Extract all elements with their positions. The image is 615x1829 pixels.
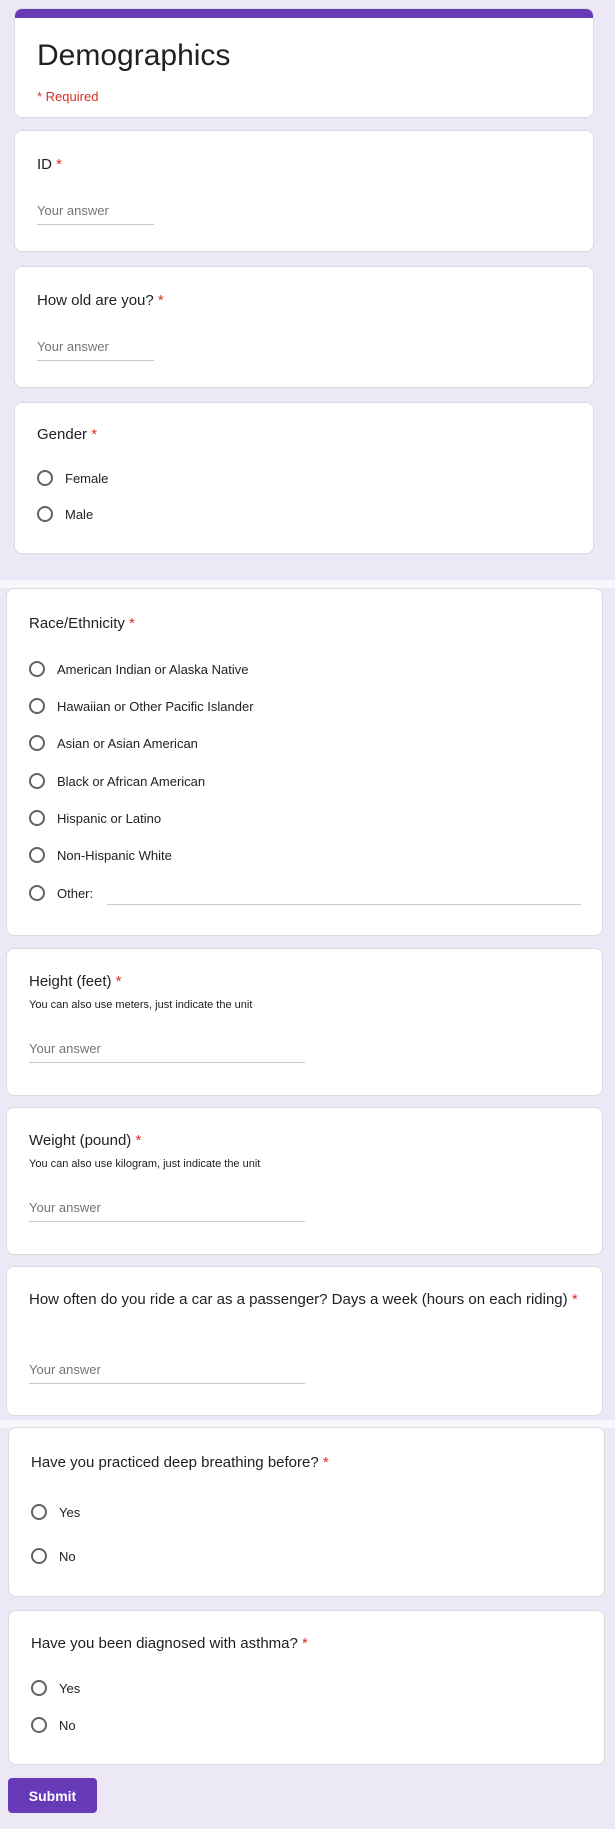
radio-circle-icon [31, 1717, 47, 1733]
other-text-input[interactable] [107, 904, 581, 905]
radio-label: Non-Hispanic White [57, 847, 172, 863]
radio-label: Hawaiian or Other Pacific Islander [57, 698, 254, 714]
radio-option-yes[interactable]: Yes [31, 1500, 80, 1524]
form-title: Demographics [37, 39, 231, 72]
required-star: * [91, 426, 98, 443]
question-title: How often do you ride a car as a passeng… [29, 1290, 589, 1310]
radio-label: Other: [57, 885, 94, 901]
question-card-weight: Weight (pound) * You can also use kilogr… [6, 1107, 603, 1255]
question-card-gender: Gender * Female Male [14, 402, 594, 554]
radio-circle-icon [29, 885, 45, 901]
question-card-age: How old are you? * Your answer [14, 266, 594, 388]
age-answer-input[interactable]: Your answer [37, 336, 154, 361]
radio-circle-icon [29, 773, 45, 789]
radio-circle-icon [31, 1680, 47, 1696]
question-card-race: Race/Ethnicity * American Indian or Alas… [6, 588, 603, 936]
question-title-text: How old are you? [37, 292, 154, 309]
radio-circle-icon [31, 1548, 47, 1564]
car-riding-answer-input[interactable]: Your answer [29, 1359, 305, 1384]
question-card-deep-breathing: Have you practiced deep breathing before… [8, 1427, 605, 1597]
radio-option-pacific-islander[interactable]: Hawaiian or Other Pacific Islander [29, 694, 254, 718]
radio-option-male[interactable]: Male [37, 502, 93, 526]
required-note: * Required [37, 89, 99, 104]
required-star: * [571, 1291, 578, 1308]
answer-placeholder: Your answer [29, 1200, 101, 1215]
radio-circle-icon [37, 506, 53, 522]
question-card-height: Height (feet) * You can also use meters,… [6, 948, 603, 1096]
question-title-text: ID [37, 156, 52, 173]
question-title-text: Race/Ethnicity [29, 615, 125, 632]
answer-placeholder: Your answer [29, 1041, 101, 1056]
radio-label: No [59, 1548, 76, 1564]
question-title-text: Have you practiced deep breathing before… [31, 1454, 319, 1471]
radio-circle-icon [31, 1504, 47, 1520]
question-title: Weight (pound) * [29, 1131, 141, 1151]
weight-answer-input[interactable]: Your answer [29, 1197, 305, 1222]
radio-option-no[interactable]: No [31, 1544, 76, 1568]
question-card-asthma: Have you been diagnosed with asthma? * Y… [8, 1610, 605, 1765]
question-help-text: You can also use kilogram, just indicate… [29, 1158, 261, 1170]
required-star: * [56, 156, 63, 173]
radio-circle-icon [29, 847, 45, 863]
radio-option-hispanic[interactable]: Hispanic or Latino [29, 806, 161, 830]
question-card-id: ID * Your answer [14, 130, 594, 252]
radio-circle-icon [29, 698, 45, 714]
question-title-text: Weight (pound) [29, 1132, 132, 1149]
required-star: * [129, 615, 135, 632]
radio-label: American Indian or Alaska Native [57, 661, 249, 677]
question-card-car-riding: How often do you ride a car as a passeng… [6, 1266, 603, 1416]
radio-option-no[interactable]: No [31, 1713, 76, 1737]
radio-label: Yes [59, 1680, 81, 1696]
question-title: ID * [37, 155, 62, 175]
radio-option-yes[interactable]: Yes [31, 1676, 80, 1700]
header-accent-bar [15, 9, 593, 18]
form-page: Demographics * Required ID * Your answer… [0, 0, 615, 1829]
radio-option-american-indian[interactable]: American Indian or Alaska Native [29, 657, 248, 681]
radio-circle-icon [37, 470, 53, 486]
answer-placeholder: Your answer [37, 339, 109, 354]
radio-label: Yes [59, 1504, 81, 1520]
required-star: * [115, 973, 122, 990]
required-star: * [322, 1454, 329, 1471]
required-star: * [157, 292, 164, 309]
question-title: Have you been diagnosed with asthma? * [31, 1634, 308, 1654]
radio-circle-icon [29, 810, 45, 826]
radio-option-other[interactable]: Other: [29, 881, 93, 905]
question-title: Race/Ethnicity * [29, 614, 135, 634]
radio-option-black[interactable]: Black or African American [29, 769, 205, 793]
answer-placeholder: Your answer [29, 1362, 101, 1377]
radio-circle-icon [29, 661, 45, 677]
radio-label: Male [65, 506, 94, 522]
question-title-text: Have you been diagnosed with asthma? [31, 1635, 298, 1652]
radio-option-white[interactable]: Non-Hispanic White [29, 843, 172, 867]
question-title: Height (feet) * [29, 972, 122, 992]
submit-button[interactable]: Submit [8, 1778, 97, 1813]
question-title-text: How often do you ride a car as a passeng… [29, 1291, 568, 1308]
radio-label: Asian or Asian American [57, 735, 198, 751]
radio-option-asian[interactable]: Asian or Asian American [29, 731, 198, 755]
section-band [0, 580, 615, 588]
required-star: * [135, 1132, 142, 1149]
radio-label: Hispanic or Latino [57, 810, 162, 826]
radio-label: Black or African American [57, 773, 206, 789]
question-title: How old are you? * [37, 291, 164, 311]
question-title-text: Height (feet) [29, 973, 112, 990]
radio-option-female[interactable]: Female [37, 466, 108, 490]
height-answer-input[interactable]: Your answer [29, 1038, 305, 1063]
form-header-card: Demographics * Required [14, 8, 594, 118]
question-title: Have you practiced deep breathing before… [31, 1453, 329, 1473]
radio-circle-icon [29, 735, 45, 751]
answer-placeholder: Your answer [37, 203, 109, 218]
id-answer-input[interactable]: Your answer [37, 200, 154, 225]
question-title-text: Gender [37, 426, 88, 443]
radio-label: No [59, 1717, 76, 1733]
required-star: * [302, 1635, 308, 1652]
radio-label: Female [65, 470, 109, 486]
question-help-text: You can also use meters, just indicate t… [29, 999, 253, 1011]
question-title: Gender * [37, 425, 97, 445]
